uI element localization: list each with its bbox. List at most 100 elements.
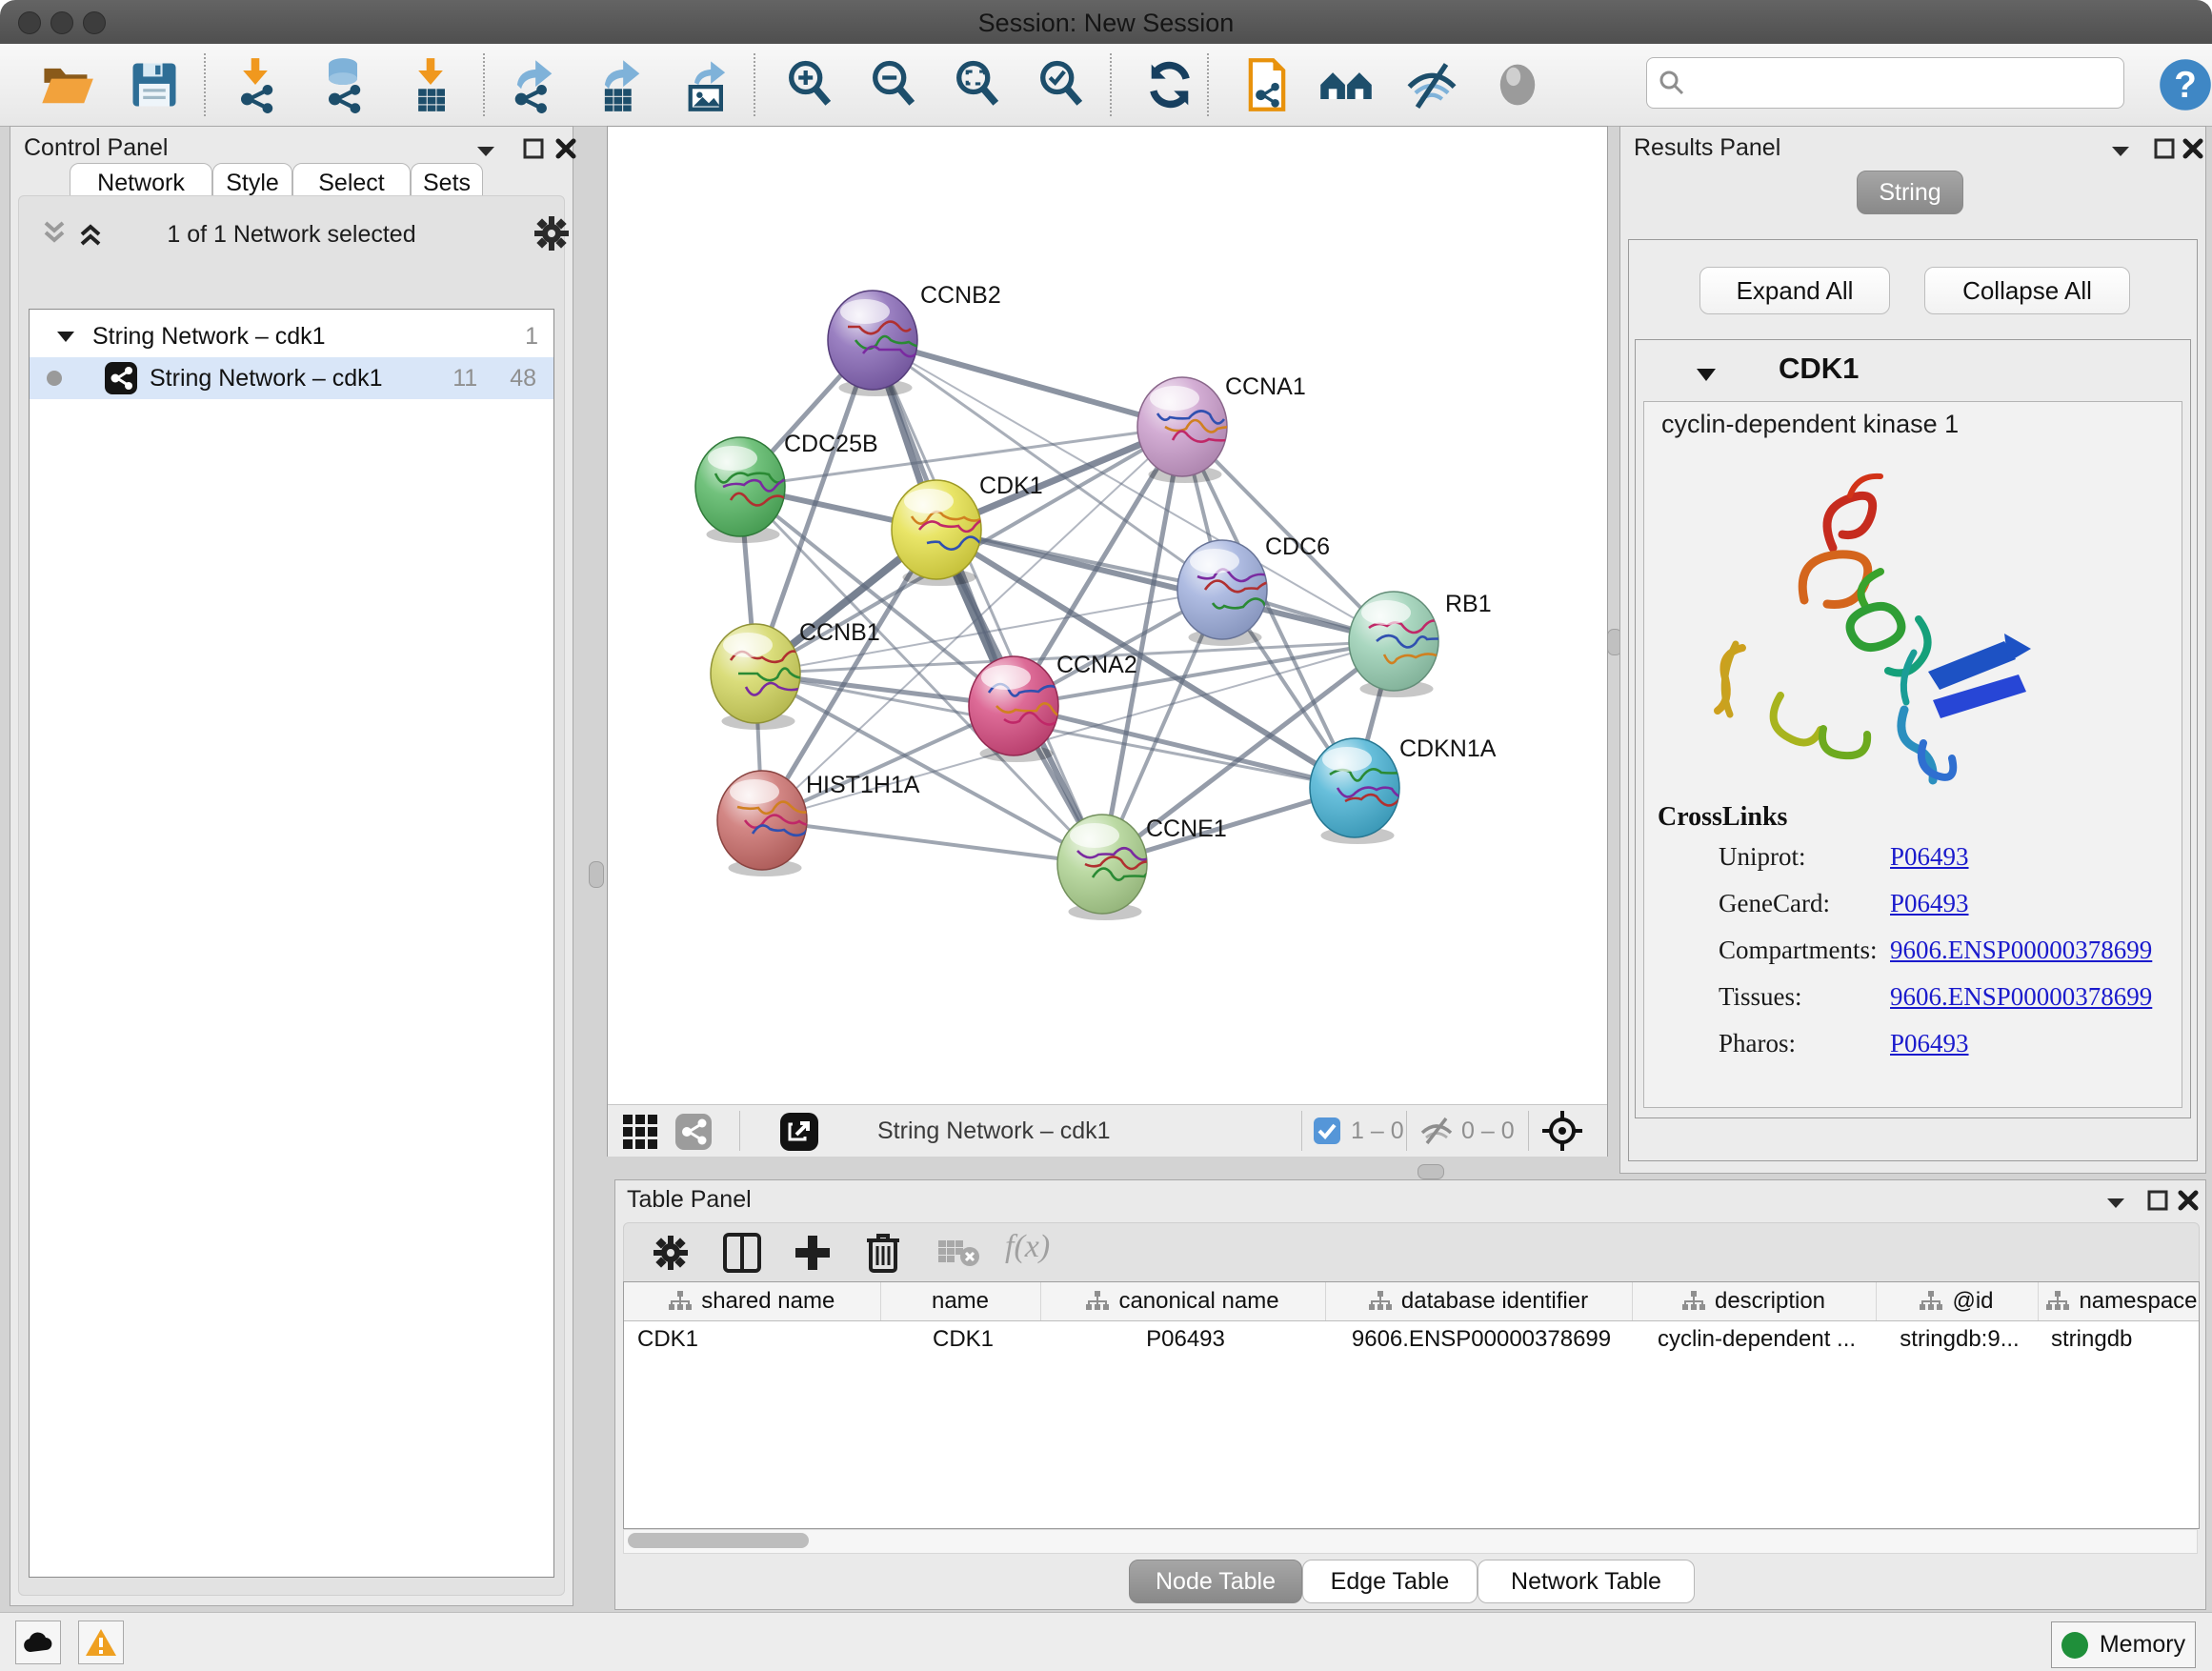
import-table-file-icon[interactable] (402, 56, 459, 113)
import-network-file-icon[interactable] (227, 56, 284, 113)
title-bar: Session: New Session (0, 0, 2212, 44)
show-all-icon[interactable] (1489, 56, 1546, 113)
tab-network-table[interactable]: Network Table (1478, 1560, 1695, 1603)
apply-layout-icon[interactable] (1141, 56, 1198, 113)
cloud-status-button[interactable] (15, 1621, 61, 1664)
tab-string[interactable]: String (1857, 171, 1963, 214)
warnings-button[interactable] (78, 1621, 124, 1664)
node-label-CCNB2: CCNB2 (920, 282, 1001, 309)
section-collapse-icon[interactable] (1693, 361, 1719, 388)
zoom-selected-icon[interactable] (1033, 56, 1090, 113)
delete-column-icon[interactable] (864, 1231, 902, 1275)
expand-all-button[interactable]: Expand All (1699, 267, 1890, 314)
column-header[interactable]: @id (1876, 1282, 2038, 1320)
close-panel-icon[interactable] (2181, 136, 2205, 161)
control-panel: Control Panel Network Style Select Sets … (10, 126, 573, 1606)
float-panel-icon[interactable] (2152, 136, 2177, 161)
zoom-in-icon[interactable] (781, 56, 838, 113)
open-session-icon[interactable] (38, 56, 95, 113)
new-network-from-selection-icon[interactable] (1238, 56, 1296, 113)
network-canvas[interactable]: CCNB2CCNA1CDC25BCDK1CDC6RB1CCNB1CCNA2CDK… (608, 127, 1607, 1104)
compartments-link[interactable]: 9606.ENSP00000378699 (1890, 936, 2152, 965)
float-panel-icon[interactable] (2145, 1188, 2170, 1213)
collection-expand-icon[interactable] (54, 325, 77, 348)
network-view-toolbar: String Network – cdk1 1 – 0 0 – 0 (608, 1104, 1607, 1157)
attribute-table[interactable]: shared name name canonical name database… (624, 1282, 2200, 1359)
cloud-icon (22, 1631, 54, 1654)
column-header[interactable]: namespace (2038, 1282, 2200, 1320)
gene-detail-box: cyclin-dependent kinase 1 (1643, 401, 2182, 1108)
network-column-icon (1086, 1291, 1109, 1312)
column-header[interactable]: canonical name (1040, 1282, 1325, 1320)
export-table-icon[interactable] (593, 56, 650, 113)
import-network-database-icon[interactable] (314, 56, 372, 113)
create-column-icon[interactable] (794, 1233, 832, 1273)
first-neighbors-icon[interactable] (1317, 56, 1375, 113)
column-header[interactable]: database identifier (1325, 1282, 1632, 1320)
zoom-fit-icon[interactable] (949, 56, 1006, 113)
main-toolbar: ? (0, 44, 2212, 127)
string-network-badge-icon[interactable] (674, 1113, 713, 1151)
export-image-icon[interactable] (680, 56, 737, 113)
collection-count: 1 (525, 323, 538, 351)
birdseye-toggle-icon[interactable] (1541, 1110, 1583, 1152)
zoom-out-icon[interactable] (865, 56, 922, 113)
network-edge[interactable] (873, 340, 1182, 427)
horizontal-scrollbar[interactable] (623, 1529, 2198, 1554)
panel-menu-icon[interactable] (2103, 1190, 2128, 1215)
uniprot-link[interactable]: P06493 (1890, 842, 1969, 872)
collapse-all-button[interactable]: Collapse All (1924, 267, 2130, 314)
hidden-eye-icon[interactable] (1419, 1116, 1454, 1146)
hidden-count: 0 – 0 (1461, 1117, 1515, 1145)
open-in-browser-icon[interactable] (779, 1112, 819, 1152)
panel-menu-icon[interactable] (473, 138, 498, 163)
left-splitter-handle[interactable] (589, 861, 604, 888)
tissues-link[interactable]: 9606.ENSP00000378699 (1890, 982, 2152, 1012)
network-label: String Network – cdk1 (150, 365, 383, 393)
crosslink-row: Compartments: 9606.ENSP00000378699 (1644, 936, 2182, 982)
control-panel-title: Control Panel (24, 134, 168, 162)
delete-table-icon[interactable] (938, 1238, 980, 1267)
network-row[interactable]: String Network – cdk1 11 48 (30, 357, 553, 399)
tab-node-table[interactable]: Node Table (1129, 1560, 1302, 1603)
gene-section: CDK1 cyclin-dependent kinase 1 (1635, 339, 2191, 1118)
search-input[interactable] (1646, 57, 2124, 109)
network-collection-row[interactable]: String Network – cdk1 1 (30, 315, 553, 357)
selected-checkbox-icon[interactable] (1313, 1117, 1341, 1145)
scrollbar-handle[interactable] (628, 1533, 809, 1548)
memory-button[interactable]: Memory (2051, 1621, 2196, 1668)
birdseye-grid-icon[interactable] (621, 1113, 659, 1151)
node-label-CDK1: CDK1 (979, 473, 1043, 499)
toolbar-separator (1301, 1111, 1302, 1151)
column-header[interactable]: name (880, 1282, 1040, 1320)
crosslink-row: Pharos: P06493 (1644, 1029, 2182, 1076)
bottom-splitter-handle[interactable] (1418, 1164, 1444, 1179)
column-header[interactable]: description (1632, 1282, 1876, 1320)
network-edge[interactable] (762, 820, 1102, 864)
svg-text:?: ? (2174, 65, 2197, 106)
tab-edge-table[interactable]: Edge Table (1302, 1560, 1478, 1603)
close-panel-icon[interactable] (553, 136, 578, 161)
float-panel-icon[interactable] (521, 136, 546, 161)
pharos-link[interactable]: P06493 (1890, 1029, 1969, 1058)
crosslink-row: Tissues: 9606.ENSP00000378699 (1644, 982, 2182, 1029)
current-view-indicator (47, 371, 62, 386)
memory-label: Memory (2100, 1631, 2185, 1659)
results-panel: Results Panel String Expand All Collapse… (1619, 126, 2206, 1174)
panel-menu-icon[interactable] (2108, 138, 2133, 163)
column-header[interactable]: shared name (624, 1282, 880, 1320)
show-columns-icon[interactable] (723, 1233, 761, 1273)
network-icon (104, 361, 138, 395)
table-row[interactable]: CDK1 CDK1 P06493 9606.ENSP00000378699 cy… (624, 1320, 2200, 1359)
close-panel-icon[interactable] (2176, 1188, 2201, 1213)
table-options-gear-icon[interactable] (653, 1235, 689, 1271)
network-options-gear-icon[interactable] (533, 215, 570, 252)
function-builder-icon[interactable]: f(x) (1005, 1229, 1050, 1265)
save-session-icon[interactable] (126, 56, 183, 113)
hide-selection-icon[interactable] (1403, 56, 1460, 113)
node-label-CCNA1: CCNA1 (1225, 373, 1306, 400)
table-toolbar: f(x) (623, 1222, 2200, 1283)
help-icon[interactable]: ? (2157, 56, 2212, 113)
export-network-icon[interactable] (505, 56, 562, 113)
genecard-link[interactable]: P06493 (1890, 889, 1969, 918)
